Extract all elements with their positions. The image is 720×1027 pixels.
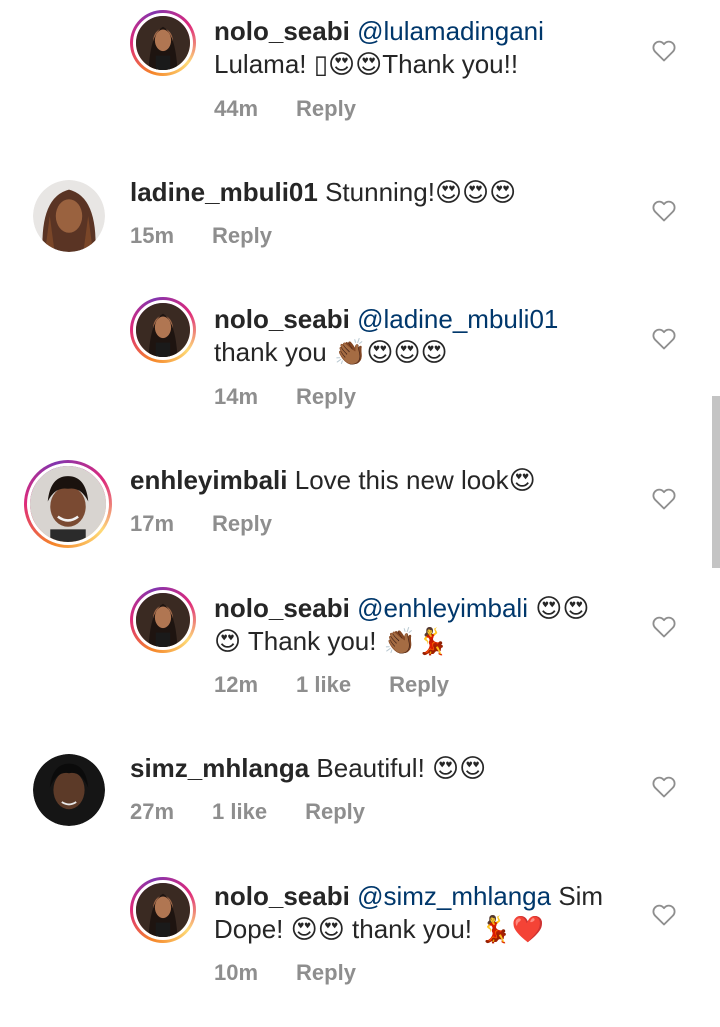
heart-outline-icon[interactable] (652, 40, 676, 62)
comment-meta: 12m 1 like Reply (214, 672, 487, 698)
likes-count[interactable]: 1 like (212, 799, 267, 824)
comment-text: nolo_seabi @simz_mhlanga Sim Dope! 😍😍 th… (214, 880, 654, 946)
comment-timestamp: 10m (214, 960, 259, 985)
scrollbar[interactable] (712, 396, 720, 568)
avatar[interactable] (24, 460, 112, 548)
comment-timestamp: 12m (214, 672, 259, 697)
comment-body: 😍 Thank you! 👏🏾💃 (214, 626, 449, 656)
comment-meta: 15m Reply (130, 223, 310, 249)
heart-outline-icon[interactable] (652, 776, 676, 798)
comment-username[interactable]: nolo_seabi (214, 16, 350, 46)
reply-button[interactable]: Reply (305, 799, 365, 824)
comment-text: nolo_seabi @ladine_mbuli01 thank you 👏🏾😍… (214, 303, 654, 369)
comment-timestamp: 44m (214, 96, 259, 121)
reply-button[interactable]: Reply (296, 96, 356, 121)
comment-username[interactable]: enhleyimbali (130, 465, 288, 495)
avatar[interactable] (33, 180, 105, 252)
comment-username[interactable]: ladine_mbuli01 (130, 177, 318, 207)
comment-body: Love this new look😍 (294, 465, 536, 495)
likes-count[interactable]: 1 like (296, 672, 351, 697)
comment: enhleyimbali Love this new look😍 17m Repl… (0, 430, 720, 570)
comment-meta: 10m Reply (214, 960, 394, 986)
comment-timestamp: 15m (130, 223, 175, 248)
comment-meta: 14m Reply (214, 384, 394, 410)
avatar[interactable] (130, 297, 196, 363)
comment-reply: nolo_seabi @ladine_mbuli01 thank you 👏🏾😍… (0, 280, 720, 430)
comment-meta: 27m 1 like Reply (130, 799, 403, 825)
reply-button[interactable]: Reply (212, 511, 272, 536)
comment-body: Dope! 😍😍 thank you! 💃❤️ (214, 914, 544, 944)
comment-mention-link[interactable]: @ladine_mbuli01 (357, 304, 558, 334)
comment-text: nolo_seabi @lulamadingani Lulama! ▯😍😍Tha… (214, 15, 654, 81)
comment-username[interactable]: nolo_seabi (214, 881, 350, 911)
heart-outline-icon[interactable] (652, 328, 676, 350)
comment-body: Stunning!😍😍😍 (325, 177, 517, 207)
comment-text: ladine_mbuli01 Stunning!😍😍😍 (130, 176, 630, 209)
avatar[interactable] (130, 587, 196, 653)
reply-button[interactable]: Reply (212, 223, 272, 248)
comment-mention-link[interactable]: @lulamadingani (357, 16, 544, 46)
reply-button[interactable]: Reply (296, 384, 356, 409)
heart-outline-icon[interactable] (652, 488, 676, 510)
comment-mention-link[interactable]: @enhleyimbali (357, 593, 528, 623)
comment-body: thank you 👏🏾😍😍😍 (214, 337, 448, 367)
heart-outline-icon[interactable] (652, 616, 676, 638)
comment-timestamp: 17m (130, 511, 175, 536)
comment-body: 😍😍 (527, 593, 590, 623)
comment-text: enhleyimbali Love this new look😍 (130, 464, 630, 497)
comment-body: Sim (551, 881, 604, 911)
avatar[interactable] (130, 877, 196, 943)
comment-username[interactable]: simz_mhlanga (130, 753, 309, 783)
comments-list[interactable]: nolo_seabi @lulamadingani Lulama! ▯😍😍Tha… (0, 0, 720, 1027)
reply-button[interactable]: Reply (296, 960, 356, 985)
avatar[interactable] (130, 10, 196, 76)
comment-meta: 44m Reply (214, 96, 394, 122)
comment-timestamp: 14m (214, 384, 259, 409)
comment-text: nolo_seabi @enhleyimbali 😍😍 😍 Thank you!… (214, 592, 654, 658)
avatar[interactable] (33, 754, 105, 826)
heart-outline-icon[interactable] (652, 904, 676, 926)
comment-mention-link[interactable]: @simz_mhlanga (357, 881, 551, 911)
comment-timestamp: 27m (130, 799, 175, 824)
comment-reply: nolo_seabi @simz_mhlanga Sim Dope! 😍😍 th… (0, 860, 720, 1027)
comment-username[interactable]: nolo_seabi (214, 593, 350, 623)
comment-text: simz_mhlanga Beautiful! 😍😍 (130, 752, 630, 785)
comment: ladine_mbuli01 Stunning!😍😍😍 15m Reply (0, 150, 720, 280)
comment: simz_mhlanga Beautiful! 😍😍 27m 1 like Repl… (0, 720, 720, 860)
comment-username[interactable]: nolo_seabi (214, 304, 350, 334)
heart-outline-icon[interactable] (652, 200, 676, 222)
comment-reply: nolo_seabi @enhleyimbali 😍😍 😍 Thank you!… (0, 570, 720, 720)
comment-meta: 17m Reply (130, 511, 310, 537)
comment-body: Lulama! ▯😍😍Thank you!! (214, 49, 519, 79)
comment-body: Beautiful! 😍😍 (316, 753, 487, 783)
reply-button[interactable]: Reply (389, 672, 449, 697)
comment-reply: nolo_seabi @lulamadingani Lulama! ▯😍😍Tha… (0, 0, 720, 150)
